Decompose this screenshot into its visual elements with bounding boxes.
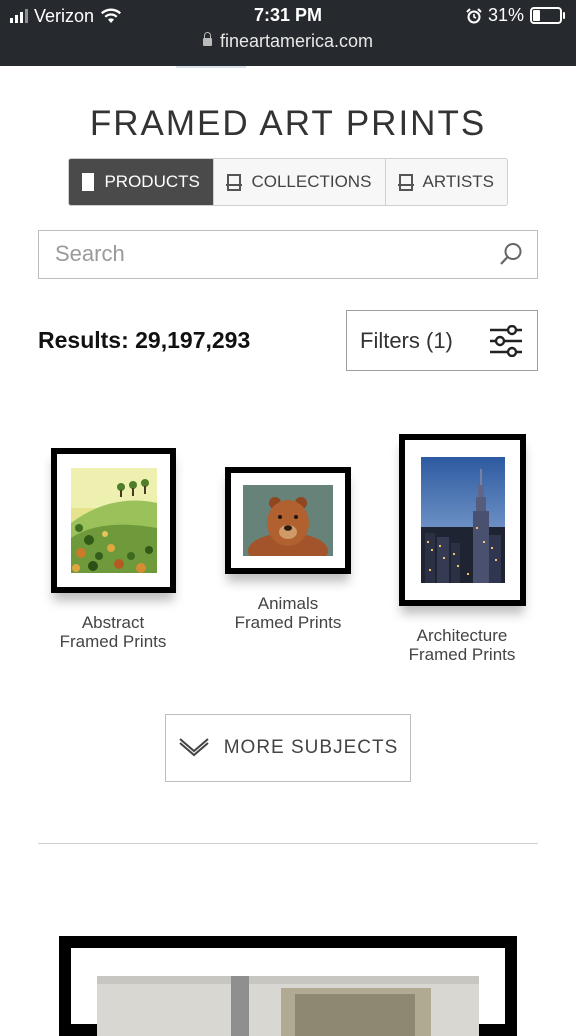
section-divider xyxy=(38,843,538,844)
battery-percent: 31% xyxy=(487,5,524,25)
tab-label: COLLECTIONS xyxy=(251,172,372,191)
more-subjects-button[interactable]: MORE SUBJECTS xyxy=(165,714,411,782)
more-subjects-label: MORE SUBJECTS xyxy=(223,737,399,758)
url-text: fineartamerica.com xyxy=(219,31,374,51)
category-name: Architecture xyxy=(416,626,508,645)
search-input[interactable] xyxy=(39,231,511,277)
filters-button[interactable]: Filters (1) xyxy=(346,310,538,371)
tab-artists[interactable]: ARTISTS xyxy=(386,159,507,205)
page-title: FRAMED ART PRINTS xyxy=(89,104,487,143)
tab-label: ARTISTS xyxy=(422,172,495,191)
lock-icon xyxy=(202,32,212,46)
frame-icon xyxy=(397,173,414,191)
animals-framed-print[interactable] xyxy=(225,467,351,574)
tab-products[interactable]: PRODUCTS xyxy=(69,159,215,205)
alarm-icon xyxy=(466,7,482,23)
featured-framed-print[interactable] xyxy=(59,936,517,1036)
search-box xyxy=(38,230,538,279)
battery-icon xyxy=(530,7,565,24)
results-count: Results: 29,197,293 xyxy=(38,327,251,353)
category-subtitle: Framed Prints xyxy=(234,613,342,632)
filters-label: Filters (1) xyxy=(360,327,453,353)
sliders-icon xyxy=(490,325,522,357)
document-icon xyxy=(82,173,95,191)
chevron-down-icon xyxy=(179,738,209,757)
animals-artwork xyxy=(243,485,333,556)
category-animals[interactable]: Animals Framed Prints xyxy=(213,594,363,632)
category-architecture[interactable]: Architecture Framed Prints xyxy=(387,626,537,664)
view-tabs: PRODUCTS COLLECTIONS ARTISTS xyxy=(68,158,508,206)
tab-collections[interactable]: COLLECTIONS xyxy=(214,159,386,205)
category-subtitle: Framed Prints xyxy=(59,632,167,651)
status-bar: Verizon 7:31 PM 31% fineartamerica.com xyxy=(0,0,576,66)
featured-artwork xyxy=(97,976,479,1036)
tab-label: PRODUCTS xyxy=(104,172,200,191)
architecture-framed-print[interactable] xyxy=(399,434,526,606)
frame-icon xyxy=(226,173,243,191)
abstract-framed-print[interactable] xyxy=(51,448,176,593)
status-right: 31% xyxy=(466,5,565,26)
category-name: Abstract xyxy=(81,613,145,632)
abstract-artwork xyxy=(71,468,157,573)
category-abstract[interactable]: Abstract Framed Prints xyxy=(38,613,188,651)
url-bar[interactable]: fineartamerica.com xyxy=(0,31,576,52)
category-subtitle: Framed Prints xyxy=(408,645,516,664)
search-icon[interactable] xyxy=(499,242,523,266)
architecture-artwork xyxy=(421,457,505,583)
load-progress-bar xyxy=(176,66,246,68)
category-name: Animals xyxy=(257,594,319,613)
